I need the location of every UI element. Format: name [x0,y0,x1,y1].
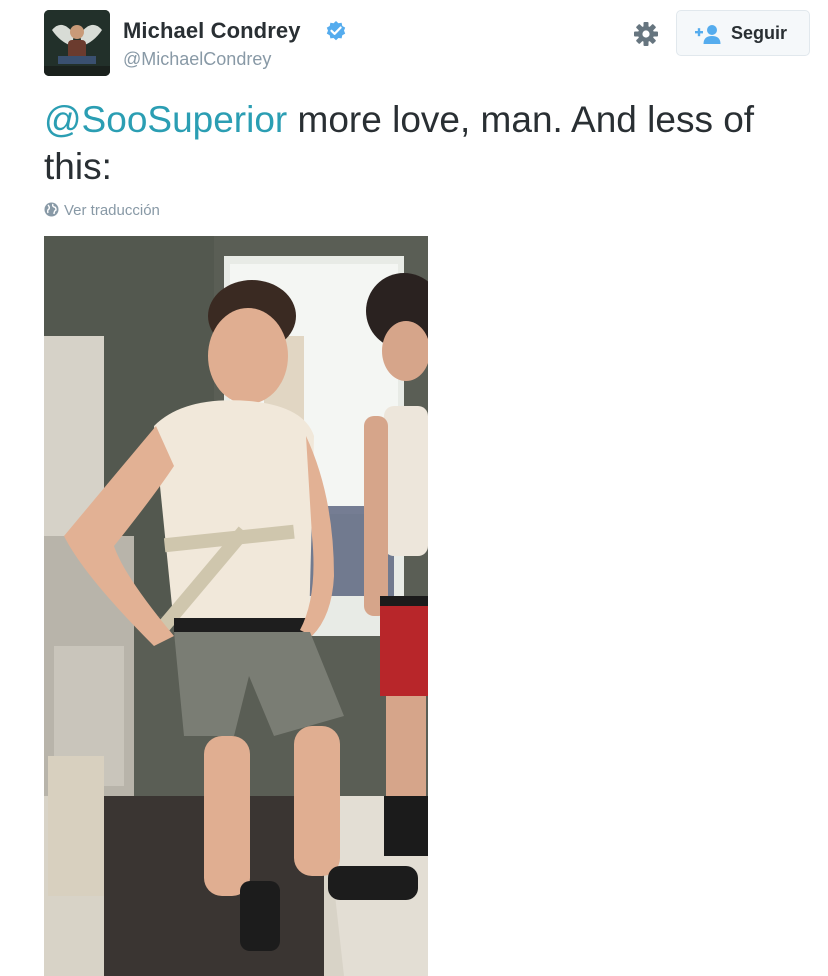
translate-label: Ver traducción [64,202,160,219]
avatar[interactable] [44,10,110,76]
translate-link[interactable]: Ver traducción [44,202,160,219]
tweet-text: @SooSuperior more love, man. And less of… [44,96,814,190]
verified-badge-icon [326,21,346,41]
author-name[interactable]: Michael Condrey [123,18,301,44]
avatar-image [44,10,110,76]
tweet-photo[interactable] [44,236,428,976]
gear-icon[interactable] [632,20,660,48]
globe-icon [44,202,59,217]
photo-image [44,236,428,976]
follow-button-label: Seguir [731,23,788,43]
author-handle[interactable]: @MichaelCondrey [123,49,271,70]
mention-link[interactable]: @SooSuperior [44,99,287,140]
follow-button[interactable]: Seguir [676,10,810,56]
add-user-icon [695,25,721,44]
